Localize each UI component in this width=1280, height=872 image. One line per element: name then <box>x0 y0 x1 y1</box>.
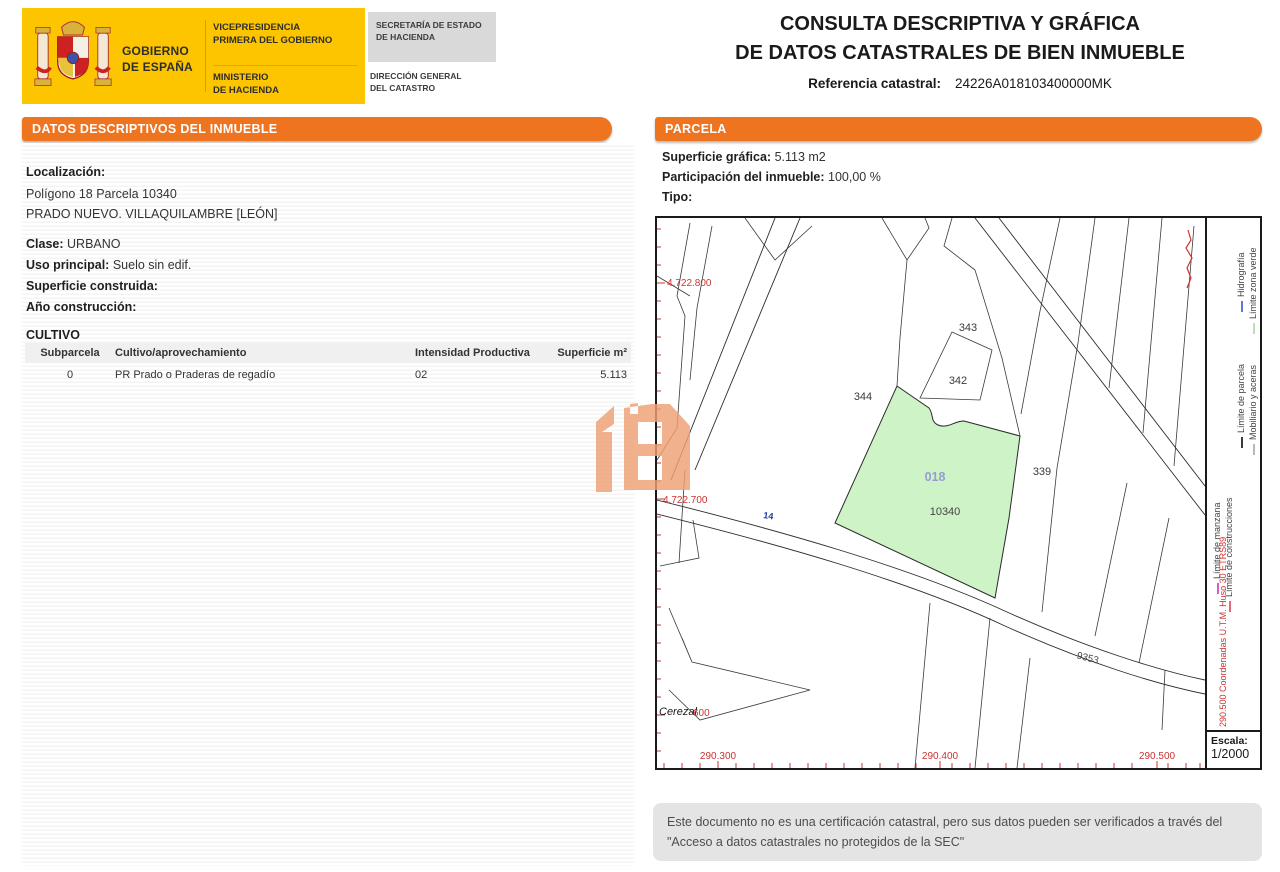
coord-y-4722800: 4.722.800 <box>667 278 712 289</box>
legend-zona-verde: Límite zona verde <box>1248 247 1258 334</box>
cadastral-reference: Referencia catastral: 24226A018103400000M… <box>658 76 1262 91</box>
col-subparcela: Subparcela <box>25 347 115 359</box>
limite-parcela-dash-icon <box>1241 437 1243 448</box>
superficie-grafica-field: Superficie gráfica: 5.113 m2 <box>662 150 826 164</box>
superficie-construida-field: Superficie construida: <box>26 279 158 293</box>
parcel-map-svg: 4.722.800 4.722.700 600 Cerezal 290.300 … <box>657 218 1205 768</box>
uso-principal-field: Uso principal: Suelo sin edif. <box>26 258 191 272</box>
direccion-general-label: DIRECCIÓN GENERAL DEL CATASTRO <box>370 70 498 95</box>
place-label-cerezal: Cerezal <box>659 706 697 718</box>
descriptive-data-panel: Localización: Polígono 18 Parcela 10340 … <box>22 143 635 866</box>
scale-box: Escala: 1/2000 <box>1205 730 1262 770</box>
parcel-label-339: 339 <box>1033 466 1051 478</box>
reference-value: 24226A018103400000MK <box>955 76 1112 91</box>
gobierno-de-espana-label: GOBIERNO DE ESPAÑA <box>122 44 193 75</box>
vicepresidencia-label: VICEPRESIDENCIA PRIMERA DEL GOBIERNO <box>213 22 363 48</box>
coord-x-290400: 290.400 <box>922 751 959 762</box>
spain-coat-of-arms-icon <box>34 14 112 98</box>
clase-field: Clase: URBANO <box>26 237 121 251</box>
localizacion-line-2: PRADO NUEVO. VILLAQUILAMBRE [LEÓN] <box>26 207 277 221</box>
cadastral-map: 4.722.800 4.722.700 600 Cerezal 290.300 … <box>655 216 1207 770</box>
grid-ticks-bottom <box>664 761 1200 768</box>
title-line-2: DE DATOS CATASTRALES DE BIEN INMUEBLE <box>658 39 1262 68</box>
parcela-section-header: PARCELA <box>655 117 1262 141</box>
cadastral-document-page: GOBIERNO DE ESPAÑA VICEPRESIDENCIA PRIME… <box>0 0 1280 872</box>
north-mark <box>1186 230 1192 288</box>
road-label-14: 14 <box>763 510 774 521</box>
left-section-header: DATOS DESCRIPTIVOS DEL INMUEBLE <box>22 117 612 141</box>
utm-coordinate-note: 290.500 Coordenadas U.T.M. Huso 30 ETRS8… <box>1218 537 1228 727</box>
col-intensidad: Intensidad Productiva <box>415 347 543 359</box>
ministry-separator <box>213 65 358 66</box>
mobiliario-dash-icon <box>1253 444 1255 455</box>
legend-mobiliario-aceras: Mobiliario y aceras <box>1248 365 1258 455</box>
parcela-label-10340: 10340 <box>930 506 961 518</box>
escala-label: Escala: <box>1211 735 1256 747</box>
hidrografia-dash-icon <box>1241 301 1243 312</box>
ministerio-label: MINISTERIO DE HACIENDA <box>213 72 363 98</box>
government-logo-block: GOBIERNO DE ESPAÑA VICEPRESIDENCIA PRIME… <box>22 8 365 104</box>
parcel-label-344: 344 <box>854 391 872 403</box>
document-title: CONSULTA DESCRIPTIVA Y GRÁFICA DE DATOS … <box>658 10 1262 91</box>
legend-limite-parcela: Límite de parcela <box>1236 364 1246 448</box>
coord-x-290300: 290.300 <box>700 751 737 762</box>
tipo-field: Tipo: <box>662 190 692 204</box>
subparcela-label-018: 018 <box>925 470 946 484</box>
parcel-label-342: 342 <box>949 375 967 387</box>
col-cultivo: Cultivo/aprovechamiento <box>115 347 415 359</box>
secretaria-box: SECRETARÍA DE ESTADO DE HACIENDA <box>368 12 496 62</box>
localizacion-line-1: Polígono 18 Parcela 10340 <box>26 187 177 201</box>
logo-divider <box>205 20 206 92</box>
watermark-logo-icon <box>592 392 692 497</box>
legend-hidrografia: Hidrografía <box>1236 252 1246 312</box>
ano-construccion-field: Año construcción: <box>26 300 136 314</box>
cultivo-table: Subparcela Cultivo/aprovechamiento Inten… <box>25 343 631 385</box>
disclaimer-note: Este documento no es una certificación c… <box>653 803 1262 861</box>
title-line-1: CONSULTA DESCRIPTIVA Y GRÁFICA <box>658 10 1262 39</box>
highlighted-parcel-018 <box>835 386 1020 598</box>
cultivo-title: CULTIVO <box>26 328 80 342</box>
cultivo-table-row: 0 PR Prado o Praderas de regadío 02 5.11… <box>25 363 631 385</box>
escala-value: 1/2000 <box>1211 747 1256 761</box>
parcel-label-343: 343 <box>959 322 977 334</box>
cultivo-table-header: Subparcela Cultivo/aprovechamiento Inten… <box>25 343 631 363</box>
zona-verde-dash-icon <box>1253 323 1255 334</box>
reference-label: Referencia catastral: <box>808 76 941 91</box>
col-superficie: Superficie m² <box>543 347 631 359</box>
localizacion-label: Localización: <box>26 165 105 179</box>
parcel-label-9353: 9353 <box>1075 651 1100 667</box>
coord-x-290500: 290.500 <box>1139 751 1176 762</box>
participacion-field: Participación del inmueble: 100,00 % <box>662 170 881 184</box>
limite-construcciones-dash-icon <box>1229 601 1231 612</box>
